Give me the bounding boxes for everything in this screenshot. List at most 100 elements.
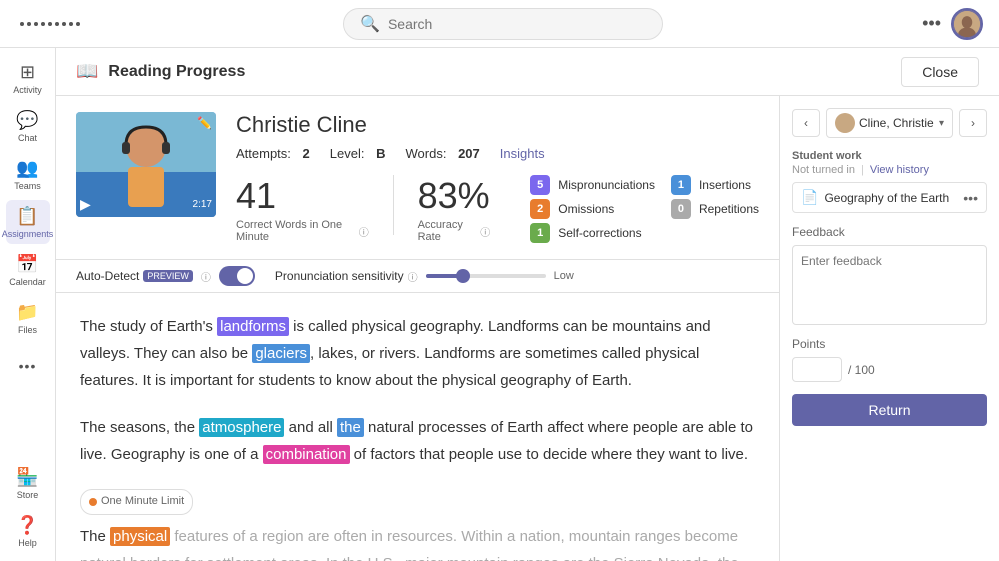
sidebar: ⊞ Activity 💬 Chat 👥 Teams 📋 Assignments … xyxy=(0,48,56,561)
sidebar-item-label: Teams xyxy=(14,181,41,191)
slider-thumb[interactable] xyxy=(456,269,470,283)
level-label: Level: xyxy=(330,146,365,161)
preview-badge: PREVIEW xyxy=(143,270,193,282)
feedback-input[interactable] xyxy=(792,245,987,325)
search-bar[interactable]: 🔍 xyxy=(343,8,663,40)
low-label: Low xyxy=(554,270,574,282)
sidebar-item-chat[interactable]: 💬 Chat xyxy=(6,104,50,148)
sidebar-item-label: Files xyxy=(18,325,37,335)
right-panel: ‹ Cline, Christie ▾ › Student work Not t… xyxy=(779,96,999,561)
search-input[interactable] xyxy=(388,16,646,32)
assignments-icon: 📋 xyxy=(16,206,38,227)
glaciers-highlight: glaciers xyxy=(252,344,310,363)
activity-icon: ⊞ xyxy=(20,62,35,83)
sensitivity-slider[interactable] xyxy=(426,274,546,278)
sidebar-item-assignments[interactable]: 📋 Assignments xyxy=(6,200,50,244)
sidebar-item-calendar[interactable]: 📅 Calendar xyxy=(6,248,50,292)
accuracy-rate-value: 83% xyxy=(418,175,491,217)
level-stat: Level: B xyxy=(330,146,386,161)
mispronunciations-tag: 5 Mispronunciations xyxy=(530,175,655,195)
sidebar-item-label: Assignments xyxy=(2,229,54,239)
sidebar-item-label: Store xyxy=(17,490,39,500)
reading-paragraph-2: The seasons, the atmosphere and all the … xyxy=(80,414,755,468)
view-history-link[interactable]: View history xyxy=(870,164,929,176)
physical-highlight: physical xyxy=(110,527,170,546)
return-button[interactable]: Return xyxy=(792,394,987,426)
calendar-icon: 📅 xyxy=(16,254,38,275)
sidebar-item-store[interactable]: 🏪 Store xyxy=(6,461,50,505)
avatar[interactable] xyxy=(951,8,983,40)
chat-icon: 💬 xyxy=(16,110,38,131)
repetitions-badge: 0 xyxy=(671,199,691,219)
para2-before: The seasons, the xyxy=(80,419,199,436)
correct-words-info-icon[interactable]: ⓘ xyxy=(359,224,369,239)
video-thumbnail: ▶ 2:17 ✏️ xyxy=(76,112,216,217)
student-selector[interactable]: Cline, Christie ▾ xyxy=(826,108,953,138)
the-highlight: the xyxy=(337,418,364,437)
play-button[interactable]: ▶ xyxy=(80,196,91,213)
page-title: Reading Progress xyxy=(108,63,245,81)
student-work-section: Student work Not turned in | View histor… xyxy=(792,150,987,213)
insights-link[interactable]: Insights xyxy=(500,146,545,161)
toggle-knob xyxy=(237,268,253,284)
mispronunciations-badge: 5 xyxy=(530,175,550,195)
help-icon: ❓ xyxy=(16,515,38,536)
auto-detect-label: Auto-Detect PREVIEW xyxy=(76,269,193,283)
level-value: B xyxy=(376,146,385,161)
sidebar-item-label: Calendar xyxy=(9,277,46,287)
one-minute-limit-badge: One Minute Limit xyxy=(80,489,193,515)
insertions-badge: 1 xyxy=(671,175,691,195)
points-label: Points xyxy=(792,337,987,351)
accuracy-rate-label: Accuracy Rate xyxy=(418,219,477,243)
video-time: 2:17 xyxy=(193,199,212,210)
reading-progress-icon: 📖 xyxy=(76,61,98,82)
assignment-item[interactable]: 📄 Geography of the Earth ••• xyxy=(792,182,987,213)
feedback-section: Feedback xyxy=(792,225,987,325)
landforms-highlight: landforms xyxy=(217,317,289,336)
chevron-down-icon: ▾ xyxy=(939,118,944,129)
edit-icon[interactable]: ✏️ xyxy=(197,116,212,130)
points-input[interactable] xyxy=(792,357,842,382)
auto-detect-toggle[interactable] xyxy=(219,266,255,286)
para2-between1: and all xyxy=(284,419,337,436)
reading-paragraph-3: The physical features of a region are of… xyxy=(80,523,755,561)
auto-detect-info-icon[interactable]: ⓘ xyxy=(201,269,211,284)
sidebar-item-more[interactable]: ••• xyxy=(6,344,50,388)
limit-dot xyxy=(89,498,97,506)
page-header: 📖 Reading Progress Close xyxy=(56,48,999,96)
more-icon: ••• xyxy=(19,358,37,374)
points-section: Points / 100 xyxy=(792,337,987,382)
atmosphere-highlight: atmosphere xyxy=(199,418,284,437)
assignment-more-button[interactable]: ••• xyxy=(963,190,978,206)
assignment-icon: 📄 xyxy=(801,189,818,206)
points-max-label: / 100 xyxy=(848,363,875,377)
next-student-button[interactable]: › xyxy=(959,109,987,137)
sidebar-item-label: Help xyxy=(18,538,37,548)
para3-before: The xyxy=(80,528,110,545)
more-options-button[interactable]: ••• xyxy=(922,13,941,34)
app-grid[interactable] xyxy=(16,18,84,30)
sidebar-item-teams[interactable]: 👥 Teams xyxy=(6,152,50,196)
grid-icon[interactable] xyxy=(16,18,84,30)
self-corrections-label: Self-corrections xyxy=(558,226,641,240)
close-button[interactable]: Close xyxy=(901,57,979,87)
repetitions-label: Repetitions xyxy=(699,202,759,216)
sensitivity-info-icon[interactable]: ⓘ xyxy=(408,269,418,284)
limit-label: One Minute Limit xyxy=(101,492,184,512)
sidebar-item-label: Chat xyxy=(18,133,37,143)
prev-student-button[interactable]: ‹ xyxy=(792,109,820,137)
feedback-label: Feedback xyxy=(792,225,987,239)
para3-after: features of a region are often in resour… xyxy=(80,528,739,561)
insertions-label: Insertions xyxy=(699,178,751,192)
combination-highlight: combination xyxy=(263,445,350,464)
reading-paragraph-1: The study of Earth's landforms is called… xyxy=(80,313,755,394)
teams-icon: 👥 xyxy=(16,158,38,179)
sidebar-item-files[interactable]: 📁 Files xyxy=(6,296,50,340)
accuracy-info-icon[interactable]: ⓘ xyxy=(480,224,490,239)
files-icon: 📁 xyxy=(16,302,38,323)
sidebar-item-help[interactable]: ❓ Help xyxy=(6,509,50,553)
student-name: Christie Cline xyxy=(236,112,759,138)
assignment-name: Geography of the Earth xyxy=(824,191,957,205)
store-icon: 🏪 xyxy=(16,467,38,488)
sidebar-item-activity[interactable]: ⊞ Activity xyxy=(6,56,50,100)
